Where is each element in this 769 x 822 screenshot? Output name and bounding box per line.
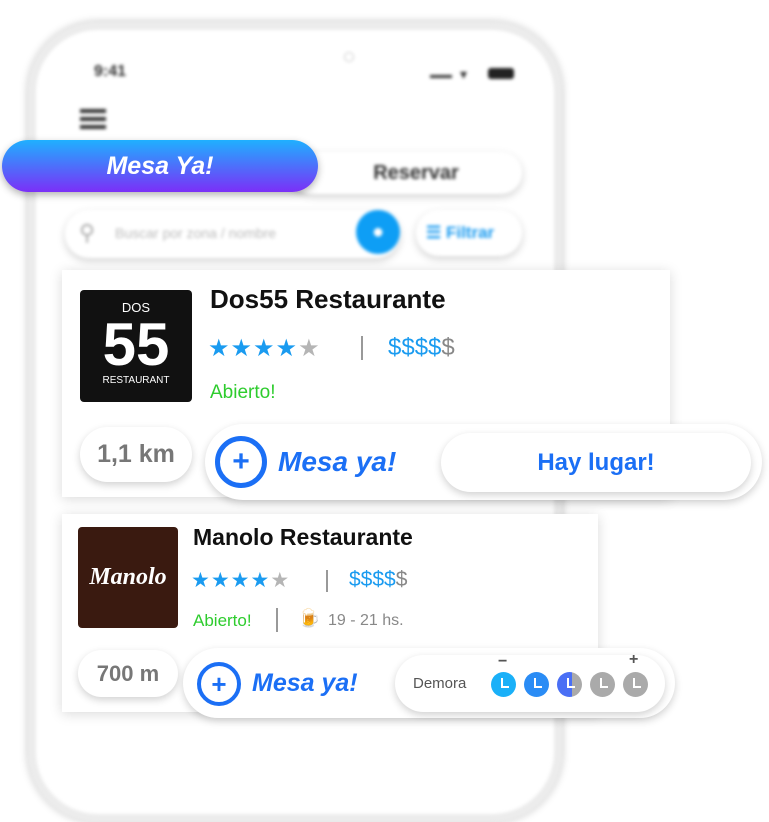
price-level: $$$$$ xyxy=(349,568,408,591)
status-time: 9:41 xyxy=(94,63,127,80)
mesa-ya-label: Mesa ya! xyxy=(278,446,397,477)
restaurant-name: Manolo Restaurante xyxy=(193,524,413,550)
price-level: $$$$$ xyxy=(388,334,455,361)
rating-stars: ★★★★★ xyxy=(191,569,291,592)
opening-hours: 19 - 21 hs. xyxy=(328,612,404,629)
filter-label: Filtrar xyxy=(445,223,495,242)
clock-icon[interactable] xyxy=(524,672,549,697)
beer-icon: 🍺 xyxy=(298,608,321,628)
location-pin-icon[interactable]: ● xyxy=(356,210,400,254)
signal-icon xyxy=(430,66,452,78)
open-status: Abierto! xyxy=(210,382,276,403)
availability-button[interactable]: Hay lugar! xyxy=(441,433,751,492)
mesa-ya-bar[interactable]: + Mesa ya! Demora − + xyxy=(183,648,675,718)
rating-stars: ★★★★★ xyxy=(208,335,321,362)
tab-reservar[interactable]: Reservar xyxy=(290,152,522,194)
delay-minus[interactable]: − xyxy=(498,653,507,671)
clock-icon[interactable] xyxy=(491,672,516,697)
divider xyxy=(361,336,363,360)
filter-icon: ☰ xyxy=(426,223,446,242)
filter-button[interactable]: ☰ Filtrar xyxy=(416,210,522,256)
search-icon: ⚲ xyxy=(79,220,96,245)
search-placeholder: Buscar por zona / nombre xyxy=(115,225,277,241)
tab-mesa-ya[interactable]: Mesa Ya! xyxy=(2,140,318,192)
mesa-ya-bar[interactable]: + Mesa ya! Hay lugar! xyxy=(205,424,762,500)
search-input[interactable]: ⚲ Buscar por zona / nombre xyxy=(65,210,400,258)
delay-selector[interactable]: Demora − + xyxy=(395,651,665,712)
restaurant-name: Dos55 Restaurante xyxy=(210,284,446,314)
divider xyxy=(276,608,278,632)
delay-label: Demora xyxy=(413,675,467,692)
divider xyxy=(326,570,328,592)
clock-icon[interactable] xyxy=(590,672,615,697)
hamburger-menu-icon[interactable] xyxy=(80,109,106,129)
clock-icon[interactable] xyxy=(623,672,648,697)
distance-badge: 1,1 km xyxy=(80,427,192,482)
open-status: Abierto! xyxy=(193,611,252,630)
mesa-ya-label: Mesa ya! xyxy=(252,669,358,697)
clock-icon[interactable] xyxy=(557,672,582,697)
restaurant-logo: DOS 55 RESTAURANT xyxy=(80,290,192,402)
stopwatch-icon: + xyxy=(215,436,267,488)
stopwatch-icon: + xyxy=(197,662,241,706)
battery-icon xyxy=(488,68,514,79)
restaurant-logo: Manolo xyxy=(78,527,178,628)
camera-icon xyxy=(344,52,354,62)
delay-plus[interactable]: + xyxy=(629,651,638,669)
wifi-icon: ▾ xyxy=(460,66,468,82)
distance-badge: 700 m xyxy=(78,650,178,697)
